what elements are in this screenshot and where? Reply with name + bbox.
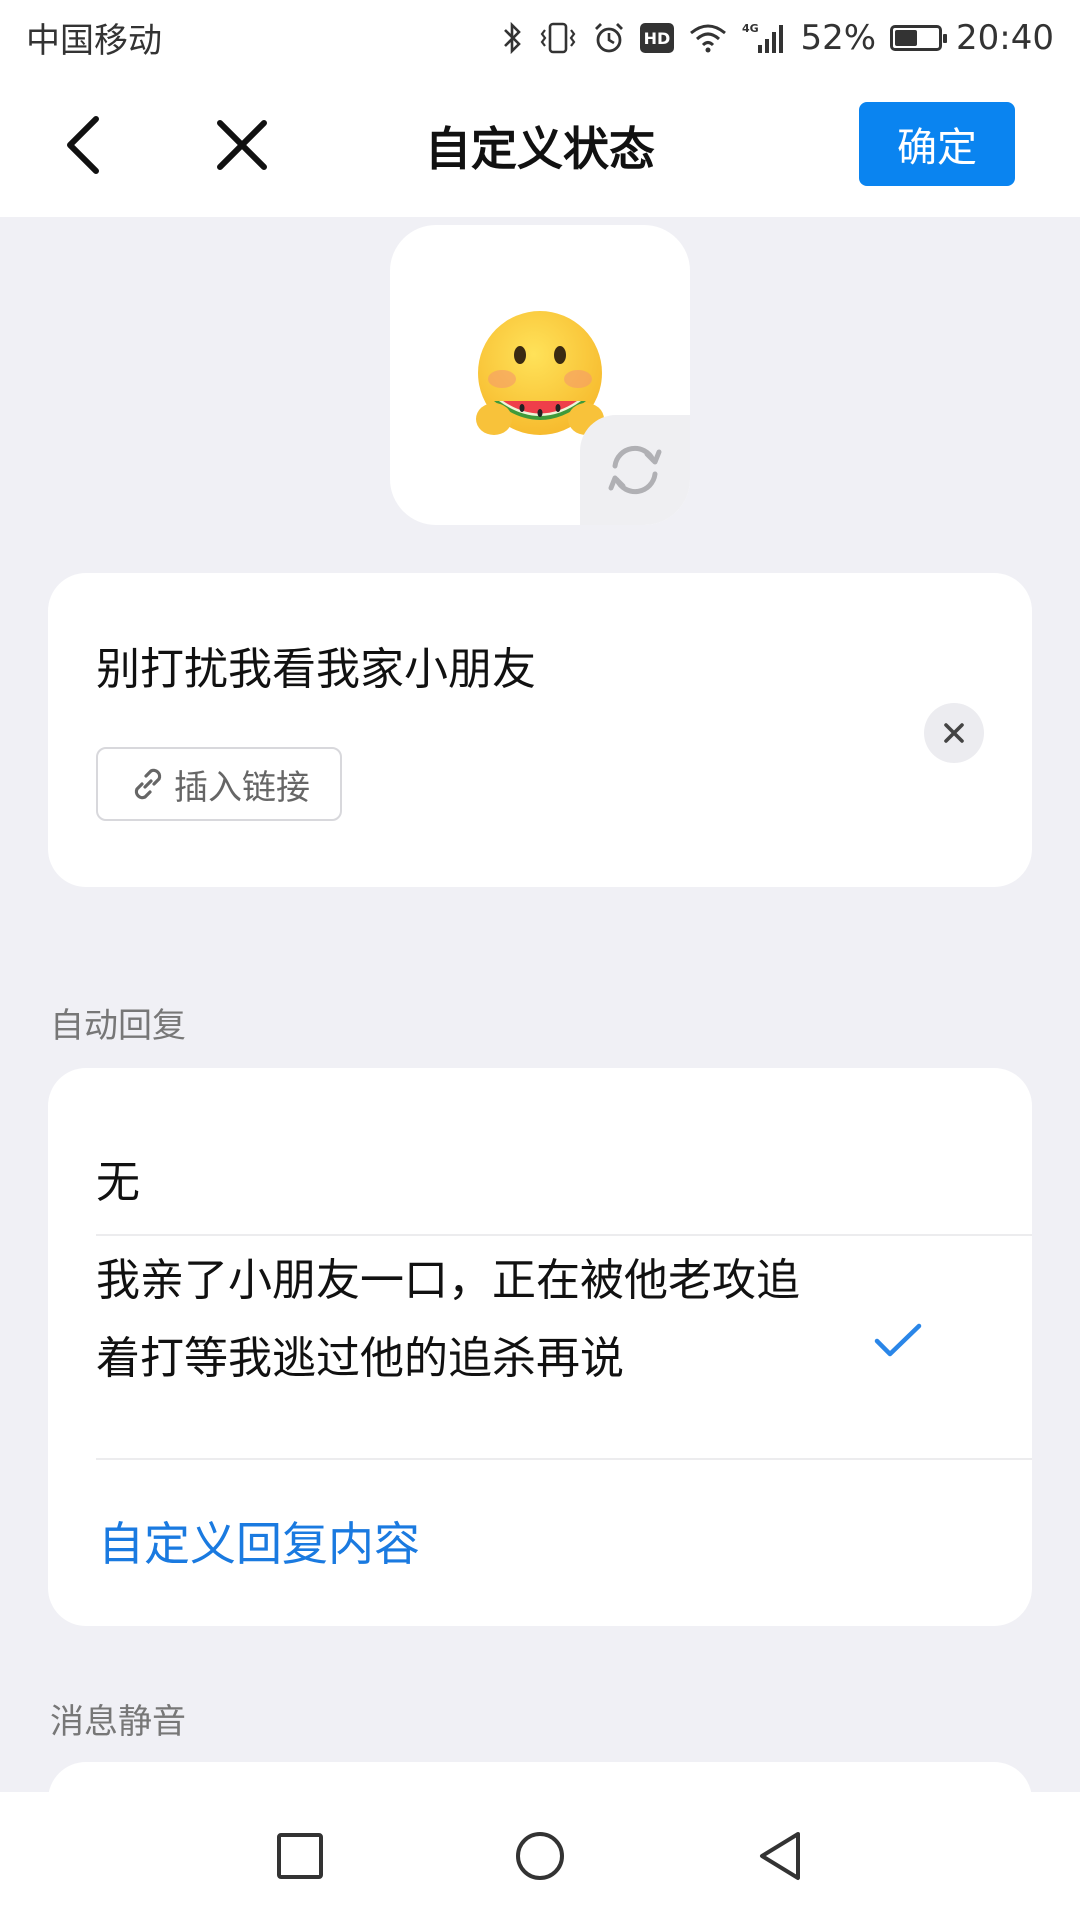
nav-recents-icon	[277, 1833, 323, 1879]
check-icon	[874, 1323, 922, 1357]
reply-option-line-1: 我亲了小朋友一口，正在被他老攻追	[96, 1255, 800, 1306]
hd-icon: HD	[640, 22, 675, 53]
divider	[96, 1234, 1032, 1236]
carrier-label: 中国移动	[26, 21, 162, 61]
status-icons: HD 4G 52% 20:40	[502, 18, 1054, 58]
watermelon-face-emoji	[476, 311, 604, 435]
header: 自定义状态 确定	[0, 75, 1080, 217]
network-type-label: 4G	[742, 22, 759, 35]
nav-back-button[interactable]	[754, 1830, 806, 1882]
battery-level	[895, 29, 917, 46]
clock: 20:40	[956, 17, 1054, 58]
clear-icon	[944, 723, 964, 743]
refresh-icon	[608, 445, 662, 495]
bluetooth-icon	[502, 21, 524, 55]
nav-home-button[interactable]	[514, 1830, 566, 1882]
nav-recents-button[interactable]	[274, 1830, 326, 1882]
reply-option-none-label: 无	[96, 1157, 140, 1208]
signal-icon: 4G	[742, 21, 786, 55]
alarm-icon	[592, 21, 626, 55]
mute-section-label: 消息静音	[50, 1702, 186, 1742]
status-text-input[interactable]: 别打扰我看我家小朋友	[96, 633, 536, 697]
hd-label: HD	[644, 29, 671, 48]
reply-option-line-2: 着打等我逃过他的追杀再说	[96, 1333, 624, 1384]
refresh-emoji-button[interactable]	[580, 415, 690, 525]
clear-text-button[interactable]	[924, 703, 984, 763]
screen: 中国移动 HD 4G 52% 20:40 自定义状态 确定 别打扰我看我家小朋友…	[0, 0, 1080, 1920]
reply-option-selected[interactable]: 我亲了小朋友一口，正在被他老攻追 着打等我逃过他的追杀再说	[96, 1242, 946, 1398]
custom-reply-link[interactable]: 自定义回复内容	[98, 1508, 420, 1574]
confirm-button[interactable]: 确定	[859, 102, 1015, 186]
insert-link-button[interactable]: 插入链接	[96, 747, 342, 821]
status-emoji-tile[interactable]	[390, 225, 690, 525]
nav-home-icon	[516, 1832, 564, 1880]
wifi-icon	[688, 21, 728, 55]
auto-reply-section-label: 自动回复	[50, 1006, 186, 1046]
insert-link-label: 插入链接	[174, 767, 310, 808]
nav-back-icon	[760, 1832, 800, 1880]
status-bar: 中国移动 HD 4G 52% 20:40	[0, 0, 1080, 75]
divider	[96, 1458, 1032, 1460]
battery-percent: 52%	[800, 17, 877, 58]
link-icon	[134, 768, 162, 800]
vibrate-icon	[538, 21, 578, 55]
system-nav-bar	[0, 1792, 1080, 1920]
reply-option-none[interactable]: 无	[96, 1144, 1032, 1222]
status-text-card: 别打扰我看我家小朋友 插入链接	[48, 573, 1032, 887]
battery-icon	[890, 24, 948, 51]
